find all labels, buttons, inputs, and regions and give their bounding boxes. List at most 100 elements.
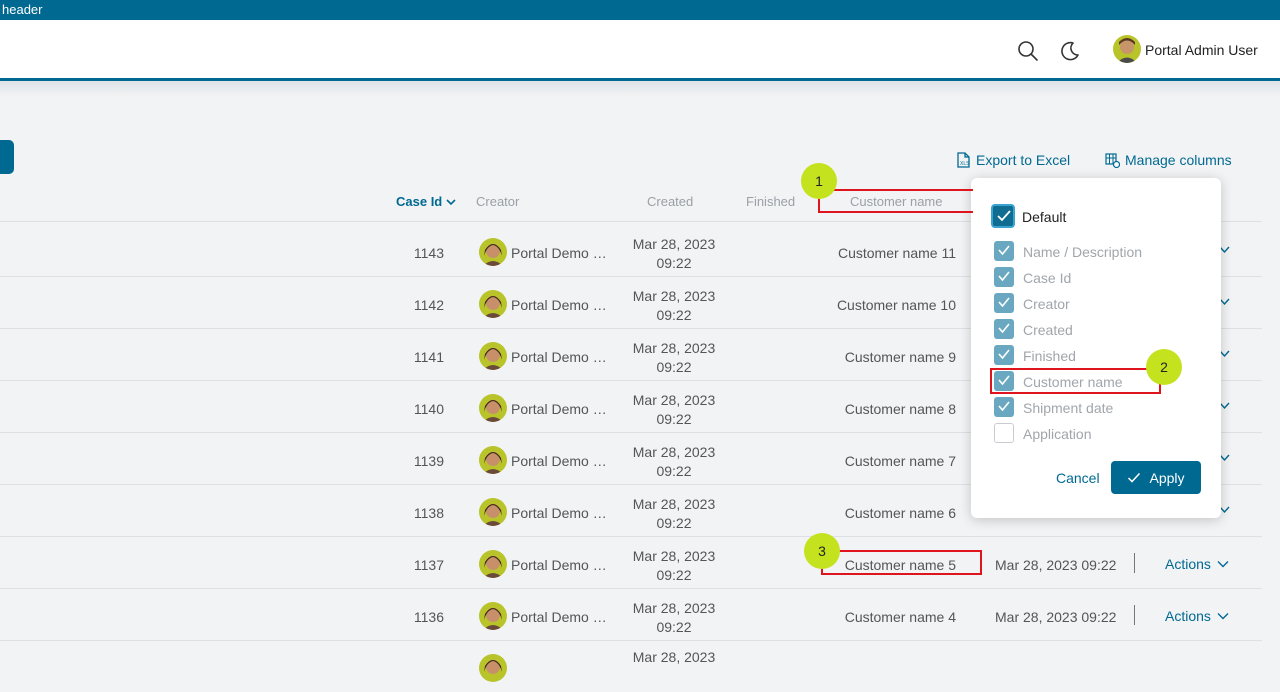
- user-name[interactable]: Portal Admin User: [1145, 42, 1258, 58]
- highlight-box-customer-cell: [821, 550, 982, 575]
- callout-badge-2: 2: [1146, 349, 1182, 385]
- case-id-cell: 1141: [413, 349, 444, 365]
- column-option-checkbox[interactable]: [994, 345, 1014, 365]
- app-header: [0, 20, 1280, 78]
- column-header-created[interactable]: Created: [647, 194, 693, 209]
- case-id-cell: 1143: [413, 245, 444, 261]
- column-option-label: Created: [1023, 322, 1073, 338]
- actions-menu-button[interactable]: Actions: [1165, 556, 1229, 572]
- callout-badge-1: 1: [801, 163, 837, 199]
- created-date: Mar 28, 2023: [632, 236, 716, 252]
- shipment-date-cell: Mar 28, 2023 09:22: [995, 557, 1117, 573]
- created-cell: Mar 28, 2023 09:22: [628, 287, 720, 325]
- created-cell: Mar 28, 2023: [628, 648, 720, 667]
- actions-menu-button[interactable]: Actions: [1165, 608, 1229, 624]
- creator-avatar: [479, 550, 507, 578]
- created-date: Mar 28, 2023: [632, 649, 716, 665]
- created-cell: Mar 28, 2023 09:22: [628, 339, 720, 377]
- highlight-box-customer-header: [818, 189, 973, 213]
- created-cell: Mar 28, 2023 09:22: [628, 599, 720, 637]
- search-icon[interactable]: [1017, 40, 1039, 62]
- manage-columns-link[interactable]: Manage columns: [1105, 152, 1232, 168]
- case-id-cell: 1138: [413, 505, 444, 521]
- column-option-label: Shipment date: [1023, 400, 1114, 416]
- creator-cell: Portal Demo User: [511, 349, 616, 365]
- actions-divider: [1134, 553, 1135, 573]
- column-option-checkbox[interactable]: [994, 267, 1014, 287]
- created-date: Mar 28, 2023: [632, 392, 716, 408]
- export-to-excel-link[interactable]: XLS Export to Excel: [956, 152, 1070, 168]
- column-option-label: Application: [1023, 426, 1092, 442]
- created-time: 09:22: [656, 255, 692, 271]
- customer-name-cell: Customer name 7: [844, 453, 956, 469]
- sidebar-toggle-tab[interactable]: [0, 140, 14, 174]
- case-id-label: Case Id: [396, 194, 443, 209]
- created-cell: Mar 28, 2023 09:22: [628, 235, 720, 273]
- table-row[interactable]: Mar 28, 2023: [0, 640, 1262, 692]
- table-row[interactable]: 1136 Portal Demo User Mar 28, 2023 09:22 …: [0, 588, 1262, 641]
- creator-cell: Portal Demo User: [511, 609, 616, 625]
- created-cell: Mar 28, 2023 09:22: [628, 495, 720, 533]
- export-label: Export to Excel: [976, 152, 1071, 168]
- column-option-checkbox[interactable]: [994, 397, 1014, 417]
- column-option-checkbox[interactable]: [994, 293, 1014, 313]
- column-option-checkbox[interactable]: [994, 319, 1014, 339]
- callout-badge-3: 3: [804, 533, 840, 569]
- column-header-finished[interactable]: Finished: [746, 194, 795, 209]
- highlight-box-customer-option: [990, 368, 1161, 394]
- created-time: 09:22: [656, 515, 692, 531]
- created-date: Mar 28, 2023: [632, 600, 716, 616]
- column-option-label: Case Id: [1023, 270, 1072, 286]
- check-icon: [1128, 472, 1141, 483]
- default-checkbox[interactable]: [991, 204, 1015, 228]
- column-header-creator[interactable]: Creator: [476, 194, 519, 209]
- created-cell: Mar 28, 2023 09:22: [628, 443, 720, 481]
- creator-avatar: [479, 342, 507, 370]
- user-avatar[interactable]: [1113, 35, 1141, 63]
- customer-name-cell: Customer name 8: [844, 401, 956, 417]
- created-date: Mar 28, 2023: [632, 496, 716, 512]
- creator-cell: Portal Demo User: [511, 245, 616, 261]
- case-id-cell: 1140: [413, 401, 444, 417]
- creator-cell: Portal Demo User: [511, 557, 616, 573]
- top-strip-label: header: [2, 2, 43, 17]
- case-id-cell: 1142: [413, 297, 444, 313]
- actions-divider: [1134, 605, 1135, 625]
- table-row[interactable]: 1137 Portal Demo User Mar 28, 2023 09:22 …: [0, 536, 1262, 589]
- manage-columns-label: Manage columns: [1125, 152, 1232, 168]
- apply-button[interactable]: Apply: [1111, 461, 1201, 494]
- customer-name-cell: Customer name 6: [844, 505, 956, 521]
- column-header-case-id[interactable]: Case Id: [396, 194, 456, 209]
- created-time: 09:22: [656, 307, 692, 323]
- creator-avatar: [479, 446, 507, 474]
- case-id-cell: 1137: [413, 557, 444, 573]
- default-label: Default: [1022, 209, 1067, 225]
- created-time: 09:22: [656, 463, 692, 479]
- created-cell: Mar 28, 2023 09:22: [628, 547, 720, 585]
- column-option-checkbox[interactable]: [994, 423, 1014, 443]
- creator-avatar: [479, 498, 507, 526]
- created-time: 09:22: [656, 567, 692, 583]
- creator-cell: Portal Demo User: [511, 297, 616, 313]
- svg-text:XLS: XLS: [960, 161, 970, 167]
- created-date: Mar 28, 2023: [632, 444, 716, 460]
- created-time: 09:22: [656, 411, 692, 427]
- creator-avatar: [479, 394, 507, 422]
- column-option-checkbox[interactable]: [994, 241, 1014, 261]
- shipment-date-cell: Mar 28, 2023 09:22: [995, 609, 1117, 625]
- case-id-cell: 1139: [413, 453, 444, 469]
- header-shadow: [0, 81, 1280, 97]
- chevron-down-icon: [446, 199, 456, 206]
- case-id-cell: 1136: [413, 609, 444, 625]
- creator-cell: Portal Demo User: [511, 505, 616, 521]
- apply-label: Apply: [1149, 469, 1185, 486]
- cancel-button[interactable]: Cancel: [1056, 470, 1100, 486]
- column-option-label: Finished: [1023, 348, 1076, 364]
- created-date: Mar 28, 2023: [632, 288, 716, 304]
- moon-icon[interactable]: [1059, 40, 1081, 62]
- created-cell: Mar 28, 2023 09:22: [628, 391, 720, 429]
- creator-avatar: [479, 238, 507, 266]
- top-strip: header: [0, 0, 1280, 20]
- creator-cell: Portal Demo User: [511, 453, 616, 469]
- created-time: 09:22: [656, 619, 692, 635]
